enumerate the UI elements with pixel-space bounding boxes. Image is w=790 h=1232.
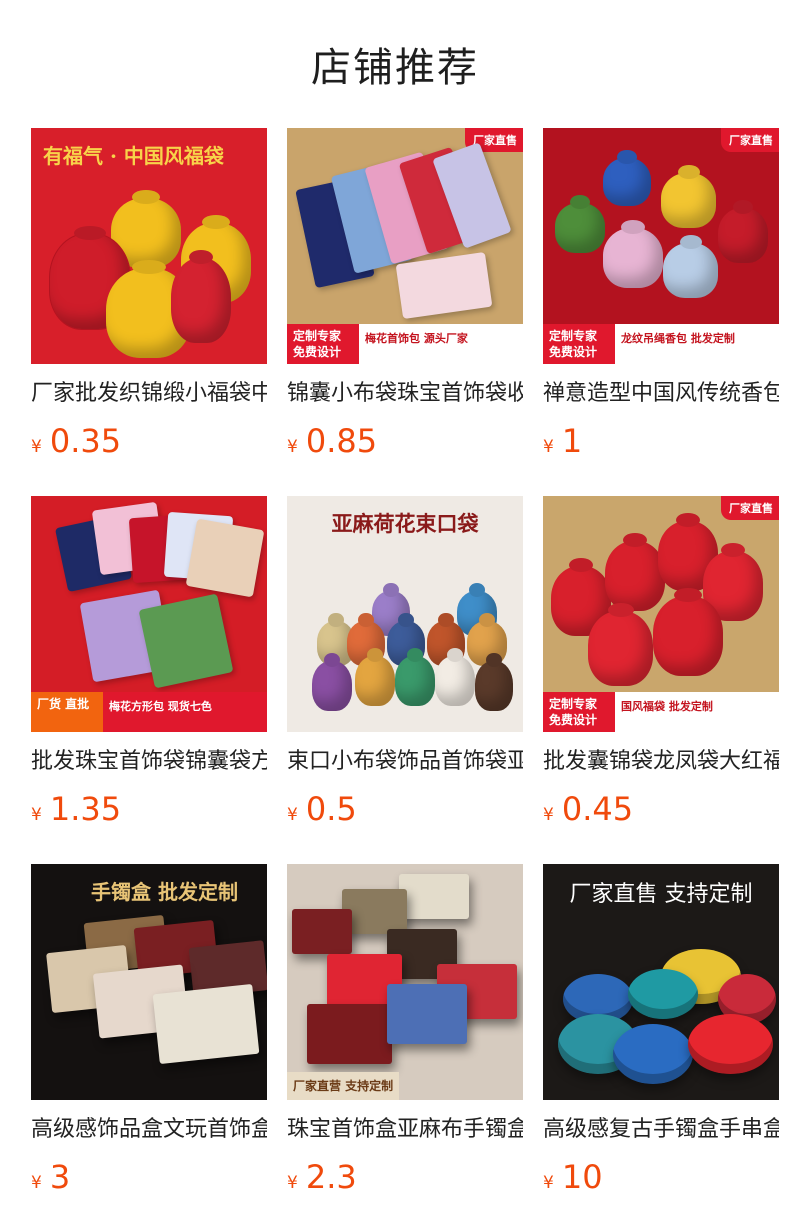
price-value: 10 (561, 1158, 603, 1196)
product-image[interactable]: 亚麻荷花束口袋 (287, 496, 523, 732)
currency-symbol: ¥ (31, 1173, 42, 1193)
product-title[interactable]: 批发珠宝首饰袋锦囊袋方形包 (31, 748, 267, 776)
product-title[interactable]: 批发囊锦袋龙凤袋大红福袋 (543, 748, 779, 776)
price-value: 2.3 (305, 1158, 357, 1196)
currency-symbol: ¥ (287, 437, 298, 457)
image-banner: 厂家直营 支持定制 (287, 1072, 523, 1100)
product-card[interactable]: 厂家直售 定制专家 免费设计 梅花首饰包 源头厂家 锦囊小布袋珠宝首饰袋收纳袋 … (287, 128, 523, 496)
banner-right: 梅花方形包 现货七色 (103, 692, 267, 732)
product-price: ¥ 1.35 (31, 790, 267, 828)
currency-symbol: ¥ (31, 805, 42, 825)
currency-symbol: ¥ (543, 437, 554, 457)
product-card[interactable]: 亚麻荷花束口袋 束口小布袋饰品首饰袋亚麻 ¥ 0.5 (287, 496, 523, 864)
product-image[interactable]: 厂家直营 支持定制 (287, 864, 523, 1100)
product-card[interactable]: 厂家直售 定制专家 免费设计 国风福袋 批发定制 批发囊锦袋龙凤袋大红福袋 ¥ … (543, 496, 779, 864)
banner-left: 定制专家 免费设计 (543, 324, 615, 364)
product-card[interactable]: 厂家直售 定制专家 免费设计 龙纹吊绳香包 批发定制 禅意造型中国风传统香包 ¥… (543, 128, 779, 496)
product-price: ¥ 0.5 (287, 790, 523, 828)
product-price: ¥ 10 (543, 1158, 779, 1196)
product-title[interactable]: 锦囊小布袋珠宝首饰袋收纳袋 (287, 380, 523, 408)
product-image[interactable]: 有福气 · 中国风福袋 (31, 128, 267, 364)
product-title[interactable]: 厂家批发织锦缎小福袋中国风礼品袋 (31, 380, 267, 408)
product-title[interactable]: 珠宝首饰盒亚麻布手镯盒 (287, 1116, 523, 1144)
product-image[interactable]: 厂货 直批 梅花方形包 现货七色 (31, 496, 267, 732)
product-card[interactable]: 厂家直营 支持定制 珠宝首饰盒亚麻布手镯盒 ¥ 2.3 (287, 864, 523, 1232)
corner-tag: 厂家直售 (721, 496, 779, 520)
product-grid: 有福气 · 中国风福袋 厂家批发织锦缎小福袋中国风礼品袋 ¥ 0.35 厂家直售… (0, 128, 790, 1232)
product-price: ¥ 0.85 (287, 422, 523, 460)
price-value: 0.35 (49, 422, 122, 460)
currency-symbol: ¥ (543, 1173, 554, 1193)
price-value: 0.45 (561, 790, 634, 828)
banner-right: 国风福袋 批发定制 (615, 692, 779, 732)
price-value: 0.85 (305, 422, 378, 460)
product-price: ¥ 2.3 (287, 1158, 523, 1196)
product-title[interactable]: 束口小布袋饰品首饰袋亚麻 (287, 748, 523, 776)
product-card[interactable]: 厂家直售 支持定制 高级感复古手镯盒手串盒 ¥ 10 (543, 864, 779, 1232)
image-banner: 定制专家 免费设计 龙纹吊绳香包 批发定制 (543, 324, 779, 364)
currency-symbol: ¥ (543, 805, 554, 825)
product-image[interactable]: 手镯盒 批发定制 (31, 864, 267, 1100)
product-image[interactable]: 厂家直售 定制专家 免费设计 梅花首饰包 源头厂家 (287, 128, 523, 364)
section-title: 店铺推荐 (311, 45, 479, 91)
product-price: ¥ 3 (31, 1158, 267, 1196)
currency-symbol: ¥ (31, 437, 42, 457)
product-price: ¥ 0.45 (543, 790, 779, 828)
price-value: 0.5 (305, 790, 357, 828)
product-image[interactable]: 厂家直售 支持定制 (543, 864, 779, 1100)
product-card[interactable]: 有福气 · 中国风福袋 厂家批发织锦缎小福袋中国风礼品袋 ¥ 0.35 (31, 128, 267, 496)
image-banner-text: 有福气 · 中国风福袋 (43, 144, 224, 168)
image-banner-text: 厂家直售 支持定制 (569, 882, 753, 907)
banner-left: 定制专家 免费设计 (543, 692, 615, 732)
banner-right: 梅花首饰包 源头厂家 (359, 324, 523, 364)
product-price: ¥ 1 (543, 422, 779, 460)
product-price: ¥ 0.35 (31, 422, 267, 460)
product-image[interactable]: 厂家直售 定制专家 免费设计 国风福袋 批发定制 (543, 496, 779, 732)
banner-left: 厂家直营 支持定制 (287, 1072, 400, 1100)
section-header: 店铺推荐 (0, 0, 790, 128)
product-card[interactable]: 手镯盒 批发定制 高级感饰品盒文玩首饰盒 ¥ 3 (31, 864, 267, 1232)
corner-tag: 厂家直售 (721, 128, 779, 152)
image-banner: 定制专家 免费设计 梅花首饰包 源头厂家 (287, 324, 523, 364)
price-value: 1.35 (49, 790, 122, 828)
image-banner-text: 亚麻荷花束口袋 (331, 511, 479, 536)
image-banner: 定制专家 免费设计 国风福袋 批发定制 (543, 692, 779, 732)
currency-symbol: ¥ (287, 805, 298, 825)
product-image[interactable]: 厂家直售 定制专家 免费设计 龙纹吊绳香包 批发定制 (543, 128, 779, 364)
product-title[interactable]: 高级感复古手镯盒手串盒 (543, 1116, 779, 1144)
banner-right: 龙纹吊绳香包 批发定制 (615, 324, 779, 364)
product-title[interactable]: 高级感饰品盒文玩首饰盒 (31, 1116, 267, 1144)
product-card[interactable]: 厂货 直批 梅花方形包 现货七色 批发珠宝首饰袋锦囊袋方形包 ¥ 1.35 (31, 496, 267, 864)
currency-symbol: ¥ (287, 1173, 298, 1193)
banner-left: 厂货 直批 (31, 692, 103, 732)
price-value: 3 (49, 1158, 71, 1196)
price-value: 1 (561, 422, 583, 460)
image-banner: 厂货 直批 梅花方形包 现货七色 (31, 692, 267, 732)
image-banner-text: 手镯盒 批发定制 (91, 880, 238, 904)
product-title[interactable]: 禅意造型中国风传统香包 (543, 380, 779, 408)
banner-left: 定制专家 免费设计 (287, 324, 359, 364)
